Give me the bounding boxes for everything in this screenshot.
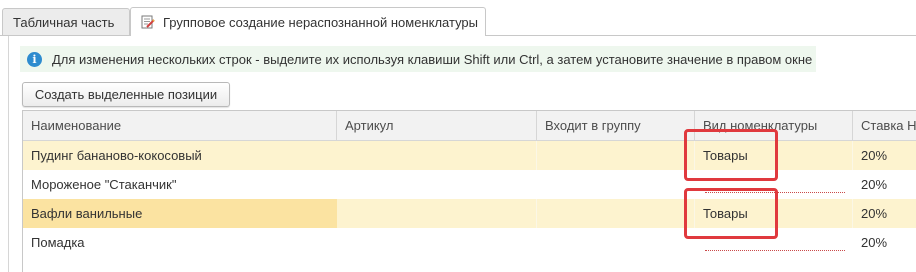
table-row[interactable]: Мороженое "Стаканчик" 20% <box>23 170 916 199</box>
cell-article[interactable] <box>337 199 537 228</box>
cell-name[interactable]: Мороженое "Стаканчик" <box>23 170 337 199</box>
cell-article[interactable] <box>337 170 537 199</box>
cell-kind[interactable]: Товары <box>695 141 853 170</box>
info-text: Для изменения нескольких строк - выделит… <box>52 51 813 67</box>
column-header-group[interactable]: Входит в группу <box>537 111 695 140</box>
info-icon: i <box>27 51 42 67</box>
table-row[interactable]: Пудинг бананово-кокосовый Товары 20% <box>23 141 916 170</box>
cell-kind[interactable] <box>695 228 853 257</box>
cell-article[interactable] <box>337 228 537 257</box>
column-header-vat[interactable]: Ставка НДС <box>853 111 916 140</box>
cell-name[interactable]: Пудинг бананово-кокосовый <box>23 141 337 170</box>
info-message: i Для изменения нескольких строк - выдел… <box>20 46 816 72</box>
table-row[interactable]: Вафли ванильные Товары 20% <box>23 199 916 228</box>
tab-table-part[interactable]: Табличная часть <box>2 8 130 35</box>
cell-group[interactable] <box>537 170 695 199</box>
table-row[interactable]: Помадка 20% <box>23 228 916 257</box>
cell-vat[interactable]: 20% <box>853 199 916 228</box>
cell-kind[interactable]: Товары <box>695 199 853 228</box>
cell-vat[interactable]: 20% <box>853 141 916 170</box>
cell-name[interactable]: Помадка <box>23 228 337 257</box>
edit-document-icon <box>141 15 155 29</box>
cell-group[interactable] <box>537 141 695 170</box>
table-header: Наименование Артикул Входит в группу Вид… <box>23 111 916 141</box>
column-header-kind[interactable]: Вид номенклатуры <box>695 111 853 140</box>
required-field-underline <box>705 250 845 251</box>
cell-vat[interactable]: 20% <box>853 170 916 199</box>
column-header-name[interactable]: Наименование <box>23 111 337 140</box>
tab-group-create[interactable]: Групповое создание нераспознанной номенк… <box>130 7 486 36</box>
cell-article[interactable] <box>337 141 537 170</box>
tab-label: Табличная часть <box>13 14 115 30</box>
column-header-article[interactable]: Артикул <box>337 111 537 140</box>
tab-bar: Табличная часть Групповое создание нерас… <box>0 0 916 36</box>
cell-group[interactable] <box>537 199 695 228</box>
items-table[interactable]: Наименование Артикул Входит в группу Вид… <box>22 110 916 272</box>
cell-kind[interactable] <box>695 170 853 199</box>
tab-label: Групповое создание нераспознанной номенк… <box>163 14 479 30</box>
create-selected-button[interactable]: Создать выделенные позиции <box>22 82 230 107</box>
cell-group[interactable] <box>537 228 695 257</box>
required-field-underline <box>705 192 845 193</box>
window: Табличная часть Групповое создание нерас… <box>0 0 916 272</box>
cell-name[interactable]: Вафли ванильные <box>23 199 337 228</box>
create-selected-label: Создать выделенные позиции <box>34 87 218 102</box>
cell-vat[interactable]: 20% <box>853 228 916 257</box>
